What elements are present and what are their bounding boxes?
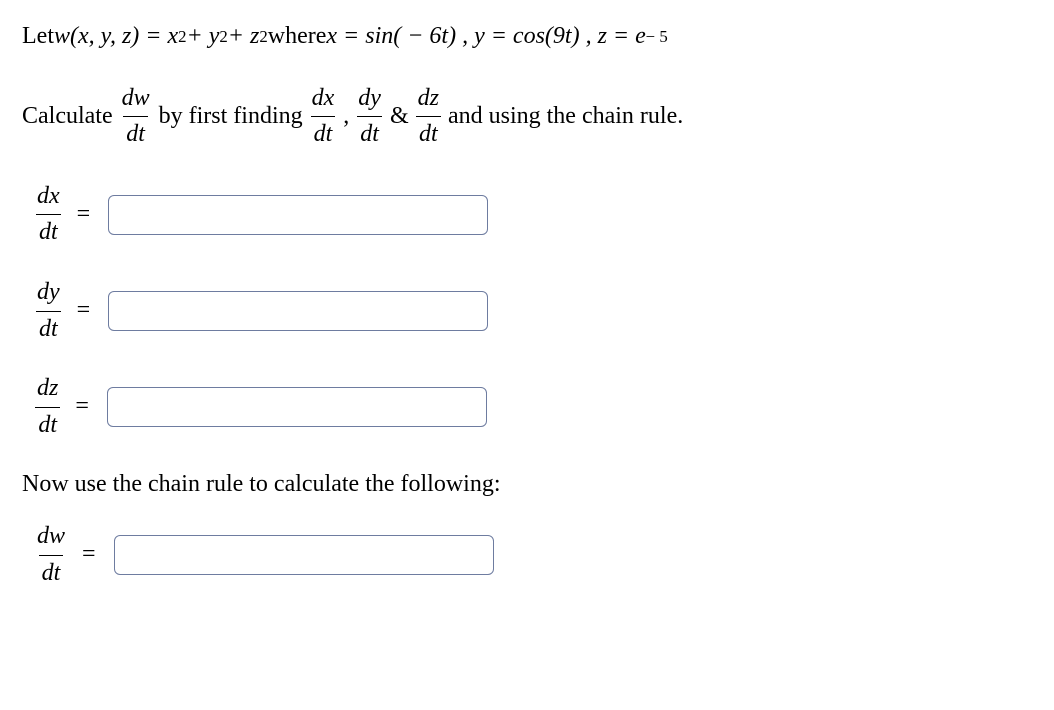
dw-den-field: dt bbox=[39, 555, 64, 591]
frac-dw-dt-field: dw dt bbox=[34, 520, 68, 590]
sq1: 2 bbox=[178, 25, 186, 49]
calculate-text: Calculate bbox=[22, 100, 113, 134]
dy-num: dy bbox=[34, 276, 63, 311]
dx-dt-input[interactable] bbox=[108, 195, 488, 235]
dz-num-inline: dz bbox=[415, 82, 442, 117]
problem-statement: Let w(x, y, z) = x2 + y2 + z2 where x = … bbox=[22, 20, 1032, 54]
let-text: Let bbox=[22, 20, 54, 54]
dx-num-inline: dx bbox=[309, 82, 338, 117]
dz-den: dt bbox=[35, 407, 60, 443]
eq-dw: = bbox=[82, 538, 96, 572]
dy-num-inline: dy bbox=[355, 82, 384, 117]
frac-dz-dt: dz dt bbox=[34, 372, 61, 442]
dx-den: dt bbox=[36, 214, 61, 250]
comma: , bbox=[343, 100, 349, 134]
frac-dw-dt: dw dt bbox=[119, 82, 153, 152]
chain-rule-text: Now use the chain rule to calculate the … bbox=[22, 468, 501, 502]
dw-num-field: dw bbox=[34, 520, 68, 555]
where-text: where bbox=[268, 20, 327, 54]
dw-den: dt bbox=[123, 116, 148, 152]
dz-dt-row: dz dt = bbox=[28, 372, 1032, 442]
eq-dz: = bbox=[75, 390, 89, 424]
frac-dy-dt-inline: dy dt bbox=[355, 82, 384, 152]
exp-neg5: − 5 bbox=[646, 25, 668, 49]
chain-rule-instruction: Now use the chain rule to calculate the … bbox=[22, 468, 1032, 502]
dw-dt-row: dw dt = bbox=[28, 520, 1032, 590]
dw-num: dw bbox=[119, 82, 153, 117]
w-func-part1: w(x, y, z) = x bbox=[54, 20, 178, 54]
dw-dt-input[interactable] bbox=[114, 535, 494, 575]
dx-num: dx bbox=[34, 180, 63, 215]
dz-dt-input[interactable] bbox=[107, 387, 487, 427]
dy-den-inline: dt bbox=[357, 116, 382, 152]
eq-dx: = bbox=[77, 198, 91, 232]
sq2: 2 bbox=[219, 25, 227, 49]
dy-dt-row: dy dt = bbox=[28, 276, 1032, 346]
sq3: 2 bbox=[259, 25, 267, 49]
dx-dt-row: dx dt = bbox=[28, 180, 1032, 250]
amp-text: & bbox=[390, 100, 409, 134]
dz-num: dz bbox=[34, 372, 61, 407]
dx-den-inline: dt bbox=[311, 116, 336, 152]
plus-y: + y bbox=[187, 20, 220, 54]
plus-z: + z bbox=[228, 20, 260, 54]
frac-dx-dt-inline: dx dt bbox=[309, 82, 338, 152]
by-first-text: by first finding bbox=[159, 100, 303, 134]
frac-dy-dt: dy dt bbox=[34, 276, 63, 346]
dz-den-inline: dt bbox=[416, 116, 441, 152]
frac-dx-dt: dx dt bbox=[34, 180, 63, 250]
x-eq: x = sin( − 6t) , y = cos(9t) , z = e bbox=[326, 20, 645, 54]
eq-dy: = bbox=[77, 294, 91, 328]
instruction-line: Calculate dw dt by first finding dx dt ,… bbox=[22, 82, 1032, 152]
dy-dt-input[interactable] bbox=[108, 291, 488, 331]
and-using-text: and using the chain rule. bbox=[448, 100, 683, 134]
dy-den: dt bbox=[36, 311, 61, 347]
frac-dz-dt-inline: dz dt bbox=[415, 82, 442, 152]
